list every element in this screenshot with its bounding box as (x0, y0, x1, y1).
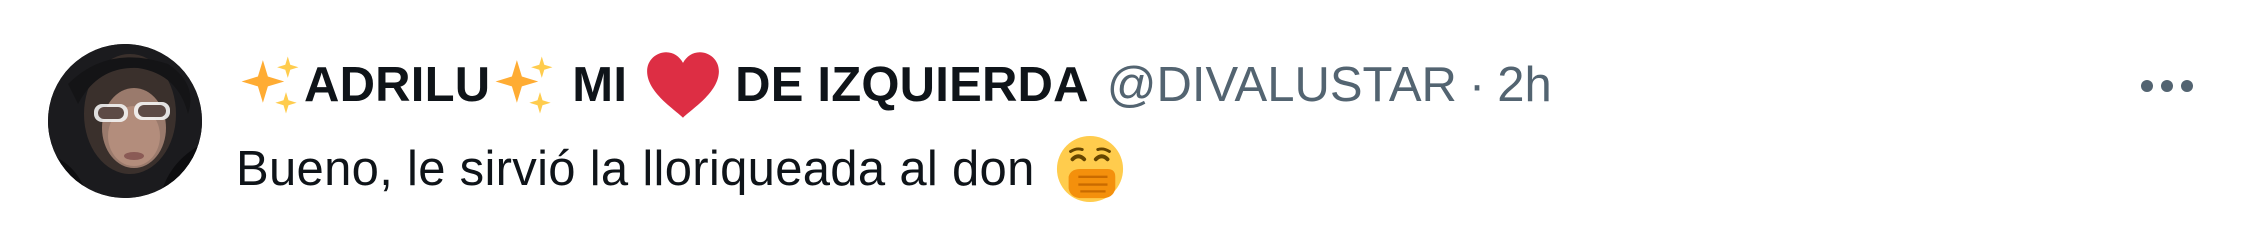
more-options-button[interactable] (2132, 62, 2202, 110)
tweet[interactable]: ADRILU MI DE IZQUIERDA @DIVALUSTAR · 2h … (0, 0, 2246, 250)
tweet-timestamp[interactable]: 2h (1497, 57, 1552, 113)
tweet-text: Bueno, le sirvió la lloriqueada al don (236, 142, 1035, 196)
author-name-part-3: DE IZQUIERDA (735, 58, 1089, 112)
avatar-image (48, 44, 202, 198)
face-with-hand-over-mouth-icon (1056, 135, 1123, 203)
separator-dot: · (1468, 58, 1486, 112)
tweet-header: ADRILU MI DE IZQUIERDA @DIVALUSTAR · 2h (236, 50, 1552, 120)
author-display-name[interactable]: ADRILU MI DE IZQUIERDA (236, 50, 1089, 120)
sparkles-icon (495, 56, 553, 114)
more-options-icon (2141, 80, 2193, 92)
author-name-part-2: MI (572, 58, 628, 112)
author-name-part-1: ADRILU (304, 58, 491, 112)
author-handle[interactable]: @DIVALUSTAR (1107, 57, 1457, 113)
tweet-body: Bueno, le sirvió la lloriqueada al don (236, 134, 1125, 204)
avatar[interactable] (48, 44, 202, 198)
red-heart-icon (647, 52, 720, 118)
sparkles-icon (241, 56, 299, 114)
